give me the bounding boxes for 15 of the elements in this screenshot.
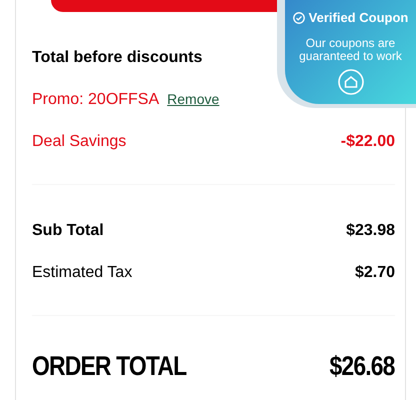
- badge-title: Verified Coupon: [308, 9, 408, 27]
- house-icon: [338, 68, 364, 95]
- summary-label: Estimated Tax: [32, 263, 132, 283]
- remove-link[interactable]: Remove: [167, 89, 220, 110]
- promo-code: Promo: 20OFFSA: [32, 90, 160, 110]
- summary-amount: $23.98: [346, 221, 395, 241]
- discount-amount: -$22.00: [340, 132, 395, 152]
- summary-label: Total before discounts: [32, 48, 202, 68]
- badge-message: Our coupons are guaranteed to work: [298, 36, 403, 63]
- summary-label: Sub Total: [32, 221, 104, 241]
- summary-amount: $2.70: [354, 263, 395, 283]
- order-total-label: ORDER TOTAL: [32, 350, 186, 383]
- order-total-amount: $26.68: [330, 350, 395, 383]
- check-circle-icon: [292, 12, 305, 24]
- summary-label: Deal Savings: [32, 132, 126, 152]
